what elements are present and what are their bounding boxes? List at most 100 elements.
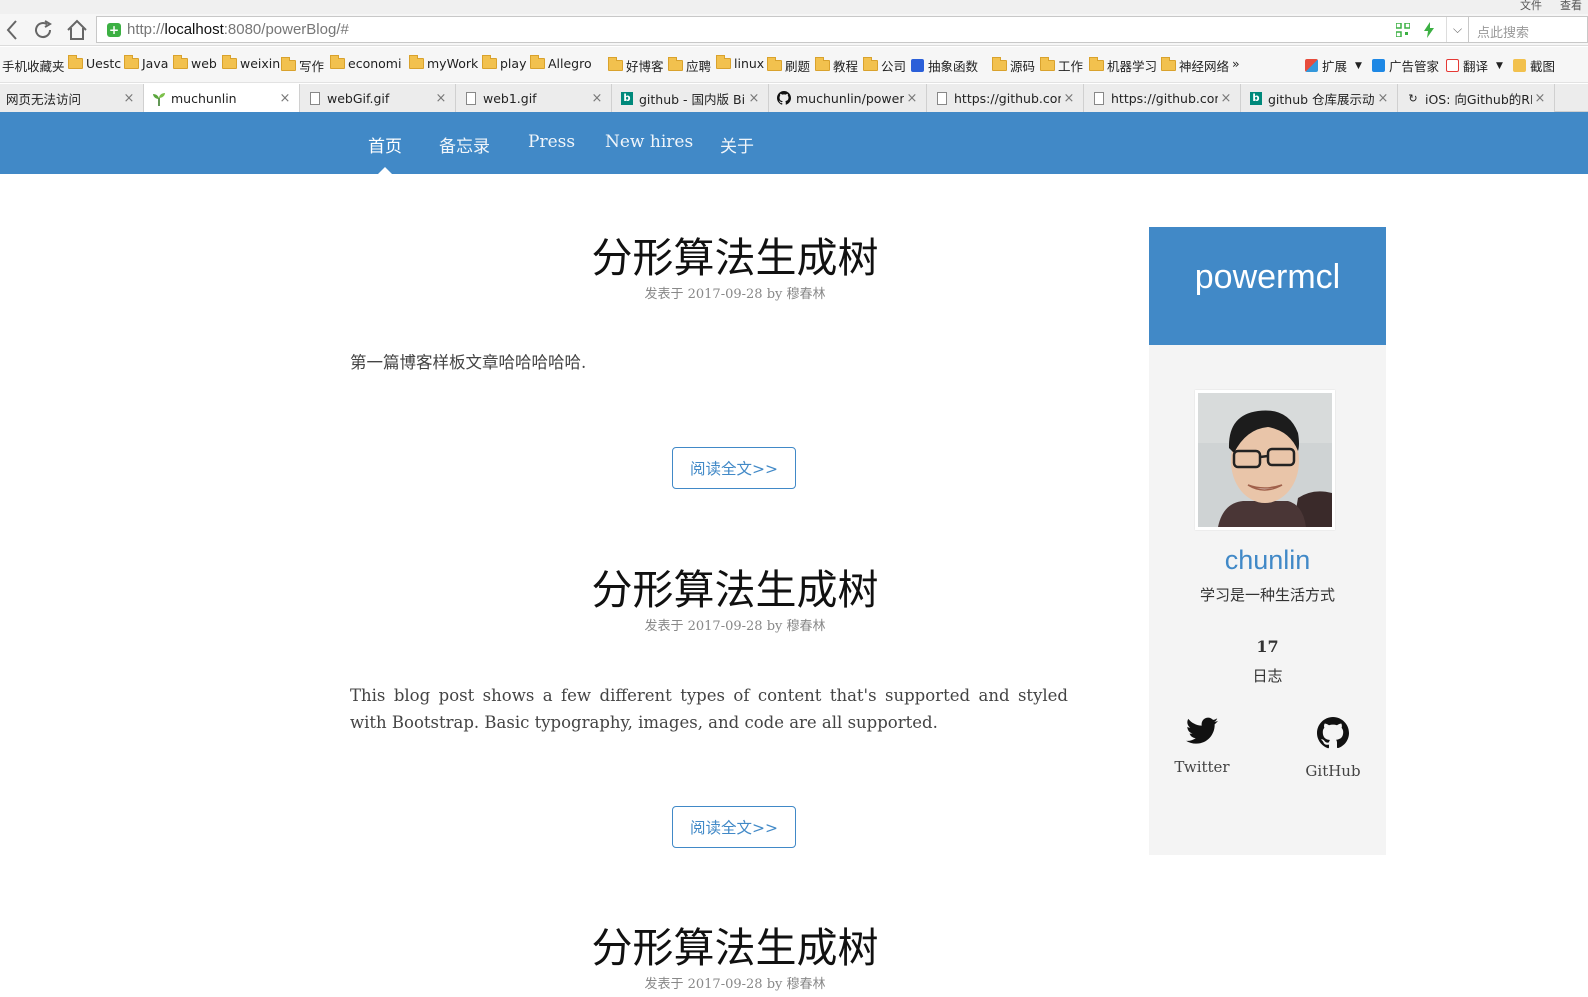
bookmark-folder[interactable]: web — [173, 55, 217, 71]
home-icon[interactable] — [64, 17, 90, 43]
folder-icon — [482, 55, 497, 69]
folder-icon — [281, 57, 296, 71]
tab[interactable]: web1.gif × — [456, 84, 612, 112]
tab[interactable]: muchunlin/powerl × — [769, 84, 927, 112]
twitter-label: Twitter — [1174, 758, 1230, 776]
tab[interactable]: https://github.con × — [1084, 84, 1241, 112]
close-icon[interactable]: × — [277, 91, 293, 106]
bookmark-folder[interactable]: 教程 — [815, 56, 858, 75]
tab[interactable]: ↻ iOS: 向Github的RE × — [1398, 84, 1555, 112]
tab[interactable]: 网页无法访问 × — [0, 84, 144, 112]
tab[interactable]: https://github.con × — [927, 84, 1084, 112]
bookmark-folder[interactable]: 机器学习 — [1089, 56, 1157, 75]
close-icon[interactable]: × — [1375, 91, 1391, 106]
post-excerpt: 第一篇博客样板文章哈哈哈哈哈. — [350, 353, 587, 372]
twitter-link[interactable]: Twitter — [1157, 717, 1247, 776]
bookmark-folder[interactable]: myWork — [409, 55, 478, 71]
folder-icon — [330, 55, 345, 69]
post-title[interactable]: 分形算法生成树 — [350, 556, 1120, 616]
translate-icon — [1446, 59, 1459, 72]
toolbar-screenshot[interactable]: 截图 — [1513, 56, 1555, 75]
bookmark-folder[interactable]: weixin — [222, 55, 280, 71]
extensions-icon — [1305, 59, 1318, 72]
bookmark-folder[interactable]: 刷题 — [767, 56, 810, 75]
tab-label: iOS: 向Github的RE — [1425, 91, 1532, 107]
toolbar-extensions[interactable]: 扩展 ▼ — [1305, 56, 1362, 75]
bookmark-folder[interactable]: 源码 — [992, 56, 1035, 75]
tab-label: web1.gif — [483, 90, 537, 106]
ad-manager-icon — [1372, 59, 1385, 72]
lightning-icon[interactable] — [1420, 21, 1438, 39]
nav-item-new-hires[interactable]: New hires — [605, 132, 693, 152]
bookmark-folder[interactable]: linux — [716, 55, 764, 71]
folder-icon — [409, 55, 424, 69]
close-icon[interactable]: × — [121, 91, 137, 106]
close-icon[interactable]: × — [746, 91, 762, 106]
url-bar[interactable]: + http://localhost:8080/powerBlog/# ⌵ — [96, 16, 1469, 43]
read-more-button[interactable]: 阅读全文>> — [672, 447, 796, 489]
url-text[interactable]: http://localhost:8080/powerBlog/# — [127, 21, 1394, 38]
bookmark-folder[interactable]: 写作 — [281, 56, 324, 75]
page-icon — [466, 91, 476, 105]
post-count[interactable]: 17 — [1149, 637, 1386, 656]
tab-active[interactable]: muchunlin × — [144, 84, 300, 113]
bookmark-folder[interactable]: economi — [330, 55, 401, 71]
nav-item-about[interactable]: 关于 — [720, 132, 754, 157]
folder-icon — [863, 57, 878, 71]
read-more-button[interactable]: 阅读全文>> — [672, 806, 796, 848]
reload-icon[interactable] — [30, 17, 56, 43]
close-icon[interactable]: × — [1532, 91, 1548, 106]
close-icon[interactable]: × — [433, 91, 449, 106]
bookmarks-more-icon[interactable]: » — [1232, 56, 1240, 71]
tab[interactable]: b github 仓库展示动 × — [1241, 84, 1398, 112]
nav-item-press[interactable]: Press — [528, 132, 575, 152]
tab-label: webGif.gif — [327, 90, 390, 106]
bookmark-folder[interactable]: Java — [124, 55, 168, 71]
github-label: GitHub — [1305, 762, 1361, 780]
post-count-label[interactable]: 日志 — [1149, 665, 1386, 686]
close-icon[interactable]: × — [589, 91, 605, 106]
toolbar-adblock[interactable]: 广告管家 — [1372, 56, 1439, 75]
menu-view[interactable]: 查看 — [1560, 0, 1582, 13]
bookmark-mobile[interactable]: 手机收藏夹 — [2, 56, 65, 75]
post-title[interactable]: 分形算法生成树 — [350, 224, 1120, 284]
tab[interactable]: webGif.gif × — [300, 84, 456, 112]
chevron-down-icon: ▼ — [1355, 60, 1362, 71]
folder-icon — [124, 55, 139, 69]
folder-icon — [992, 57, 1007, 71]
close-icon[interactable]: × — [1061, 91, 1077, 106]
bookmark-folder[interactable]: 神经网络 — [1161, 56, 1229, 75]
bookmark-folder[interactable]: 公司 — [863, 56, 906, 75]
chevron-down-icon: ▼ — [1496, 60, 1503, 71]
qr-code-icon[interactable] — [1394, 21, 1412, 39]
address-toolbar: + http://localhost:8080/powerBlog/# ⌵ 点此… — [0, 14, 1588, 46]
author-name[interactable]: chunlin — [1149, 545, 1386, 576]
search-input[interactable]: 点此搜索 — [1469, 16, 1588, 43]
folder-icon — [815, 57, 830, 71]
menu-file[interactable]: 文件 — [1520, 0, 1542, 13]
bing-icon: b — [621, 91, 633, 105]
bookmark-folder[interactable]: 应聘 — [668, 56, 711, 75]
close-icon[interactable]: × — [1218, 91, 1234, 106]
bookmark-baidu[interactable]: 抽象函数 — [911, 56, 978, 75]
post-title[interactable]: 分形算法生成树 — [350, 914, 1120, 974]
tab-label: github 仓库展示动 — [1268, 91, 1375, 107]
nav-item-memo[interactable]: 备忘录 — [439, 132, 490, 157]
bookmark-folder[interactable]: Allegro — [530, 55, 592, 71]
bookmark-folder[interactable]: Uestc — [68, 55, 121, 71]
tab[interactable]: b github - 国内版 Bi × — [612, 84, 769, 112]
back-icon[interactable] — [0, 17, 26, 43]
url-dropdown-icon[interactable]: ⌵ — [1446, 17, 1468, 42]
toolbar-translate[interactable]: 翻译 ▼ — [1446, 56, 1503, 75]
close-icon[interactable]: × — [904, 91, 920, 106]
author-motto: 学习是一种生活方式 — [1199, 586, 1335, 604]
github-link[interactable]: GitHub — [1288, 717, 1378, 780]
bookmark-folder[interactable]: 工作 — [1040, 56, 1083, 75]
folder-icon — [716, 55, 731, 69]
folder-icon — [767, 57, 782, 71]
bookmark-folder[interactable]: play — [482, 55, 526, 71]
page-icon — [310, 91, 320, 105]
nav-item-home[interactable]: 首页 — [368, 132, 402, 157]
bookmark-folder[interactable]: 好博客 — [608, 56, 664, 75]
page-icon — [937, 91, 947, 105]
